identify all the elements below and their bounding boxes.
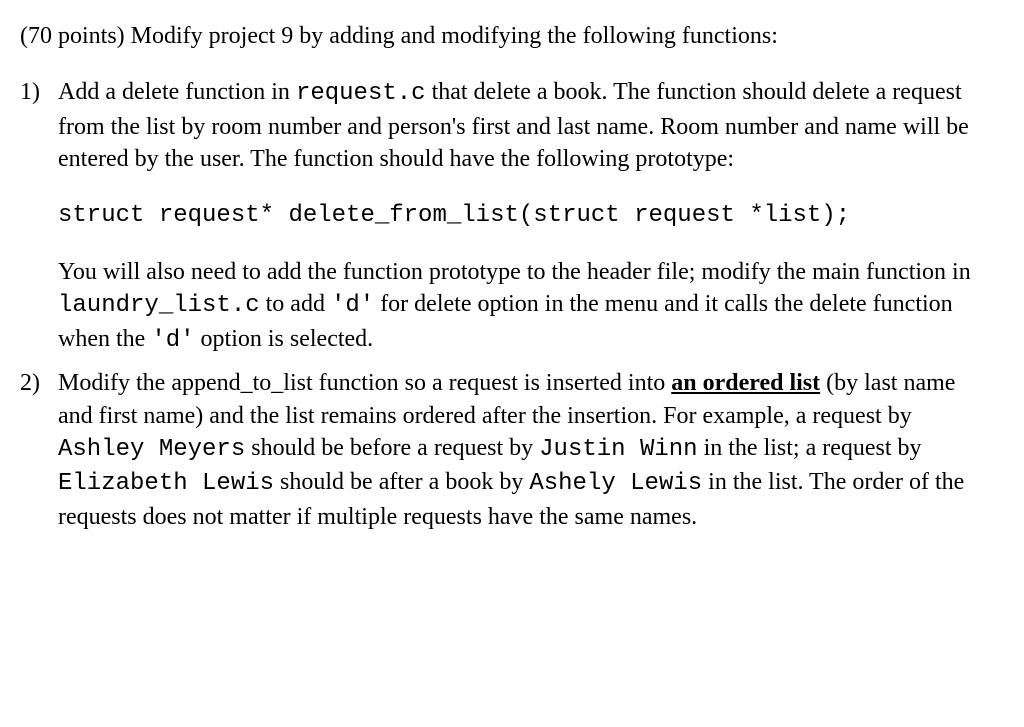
item-content-2: Modify the append_to_list function so a … <box>58 367 994 533</box>
code-d-option-2: 'd' <box>151 327 194 354</box>
item1-p2-text-c: to add <box>260 291 331 317</box>
list-item-2: 2) Modify the append_to_list function so… <box>20 367 994 533</box>
code-justin-winn: Justin Winn <box>539 436 697 463</box>
code-d-option-1: 'd' <box>331 292 374 319</box>
code-laundry-list-c: laundry_list.c <box>58 292 260 319</box>
item1-p2-text-g: option is selected. <box>195 326 374 352</box>
item-content-1: Add a delete function in request.c that … <box>58 76 994 357</box>
text-ordered-list: an ordered list <box>671 370 820 396</box>
item2-text-a: Modify the append_to_list function so a … <box>58 370 671 396</box>
item1-p1-text-a: Add a delete function in <box>58 79 296 105</box>
item1-para2: You will also need to add the function p… <box>58 256 994 357</box>
item1-para1: Add a delete function in request.c that … <box>58 76 994 175</box>
item2-para: Modify the append_to_list function so a … <box>58 367 994 533</box>
item1-p2-text-a: You will also need to add the function p… <box>58 259 971 285</box>
code-ashley-meyers: Ashley Meyers <box>58 436 245 463</box>
code-prototype: struct request* delete_from_list(struct … <box>58 200 994 232</box>
code-request-c: request.c <box>296 80 426 107</box>
item-number-2: 2) <box>20 367 58 533</box>
code-elizabeth-lewis: Elizabeth Lewis <box>58 470 274 497</box>
list-item-1: 1) Add a delete function in request.c th… <box>20 76 994 357</box>
code-ashely-lewis: Ashely Lewis <box>529 470 702 497</box>
item2-text-g: in the list; a request by <box>698 435 922 461</box>
item2-text-i: should be after a book by <box>274 469 529 495</box>
intro-paragraph: (70 points) Modify project 9 by adding a… <box>20 20 994 52</box>
item-number-1: 1) <box>20 76 58 357</box>
item2-text-e: should be before a request by <box>245 435 539 461</box>
